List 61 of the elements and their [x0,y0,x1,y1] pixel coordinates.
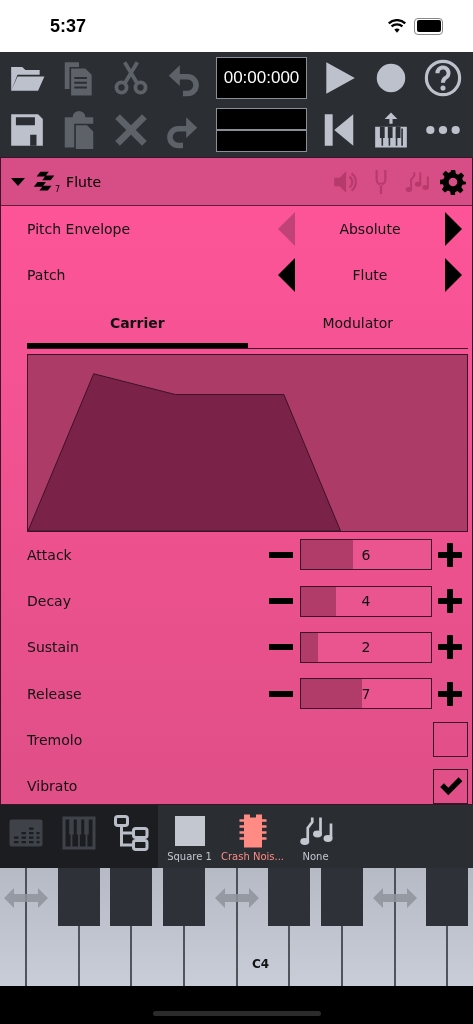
natural-piano-key[interactable] [79,868,131,986]
slider-track[interactable]: 6 [300,539,432,571]
plus-icon[interactable] [438,635,462,660]
double-arrow-icon[interactable] [215,888,259,908]
slider-value: 6 [361,546,371,563]
plus-icon[interactable] [438,681,462,706]
checkbox[interactable] [433,722,468,758]
tree-icon[interactable] [112,815,151,851]
instrument-name: Flute [66,173,102,190]
natural-piano-key[interactable] [237,868,289,986]
setting-label: Patch [27,267,67,284]
natural-piano-key[interactable] [447,868,473,986]
checkbox[interactable] [433,768,468,804]
slider-value: 4 [361,593,371,610]
disclosure-triangle-icon[interactable] [11,177,25,186]
previous-arrow[interactable] [278,258,295,293]
setting-label: Decay [27,593,72,610]
minus-icon[interactable] [269,551,293,558]
natural-piano-key[interactable] [26,868,79,986]
tab[interactable]: Modulator [247,298,468,348]
minus-icon[interactable] [269,598,293,605]
selector-value: Flute [351,267,389,284]
natural-piano-key[interactable] [184,868,237,986]
clock-time: 5:37 [50,15,87,37]
natural-piano-key[interactable] [0,868,26,986]
tab[interactable]: Carrier [27,298,248,348]
setting-label: Pitch Envelope [27,221,132,238]
channel-item[interactable]: None [284,805,347,868]
setting-label: Sustain [27,639,80,656]
plus-icon[interactable] [438,589,462,614]
natural-piano-key[interactable] [289,868,342,986]
note-label: C4 [252,957,270,971]
piano-upload-icon[interactable] [372,111,410,149]
next-arrow[interactable] [445,258,462,293]
setting-label: Release [27,685,83,702]
instrument-number: 7 [55,184,61,194]
natural-piano-key[interactable] [395,868,447,986]
slider-track[interactable]: 7 [300,678,432,710]
setting-label: Attack [27,546,73,563]
battery-icon [414,17,443,35]
slider-value: 2 [361,639,371,656]
next-arrow[interactable] [445,212,462,247]
setting-label: Tremolo [27,731,84,748]
slider-track[interactable]: 2 [300,631,432,663]
help-icon[interactable] [424,59,462,97]
double-arrow-icon[interactable] [373,888,417,908]
slider-value: 7 [361,685,371,702]
settings-icon[interactable] [440,168,466,195]
minus-icon[interactable] [269,644,293,651]
plus-icon[interactable] [438,542,462,567]
wifi-icon [388,19,406,33]
natural-piano-key[interactable] [131,868,184,986]
setting-label: Vibrato [27,778,79,795]
channel-item[interactable]: Crash Nois... [221,805,284,868]
minus-icon[interactable] [269,690,293,697]
selector-value: Absolute [338,221,402,238]
double-arrow-icon[interactable] [4,888,48,908]
slider-track[interactable]: 4 [300,585,432,617]
natural-piano-key[interactable] [342,868,395,986]
time-display: 00:00:000 [216,57,307,99]
channel-item[interactable]: Square 1 [158,805,221,868]
